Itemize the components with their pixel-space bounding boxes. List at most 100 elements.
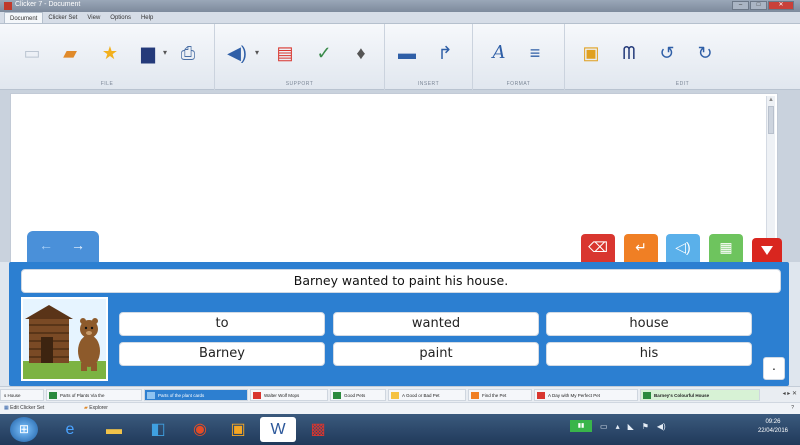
speech-dropdown-icon[interactable]: ▾ — [255, 48, 259, 57]
doc-tab-label: Good Pets — [344, 393, 366, 398]
system-tray: ▮▮ ▭ ▴ ◣ ⚑ ◀) — [570, 420, 666, 432]
help-icon[interactable]: ? — [791, 405, 794, 411]
status-bar: ▦ Edit Clicker Set ▰ Explorer ? — [0, 402, 800, 414]
speaker-icon: ◁) — [675, 239, 691, 255]
open-folder-icon[interactable]: ▰ — [58, 42, 82, 64]
notification-icon[interactable]: ▭ — [600, 422, 608, 431]
doc-tab-7[interactable]: A Day with My Perfect Pet — [534, 389, 638, 401]
insert-arrow-icon[interactable]: ↱ — [433, 42, 457, 64]
edit-clicker-set-link[interactable]: ▦ Edit Clicker Set — [4, 405, 44, 411]
enter-button[interactable]: ↵ — [624, 234, 658, 262]
doc-tab-label: s House — [4, 393, 21, 398]
clicker-set-icon — [147, 392, 155, 399]
redo-icon[interactable]: ↻ — [693, 42, 717, 64]
window-title: Clicker 7 - Document — [15, 1, 81, 8]
close-window-button[interactable]: ✕ — [768, 1, 794, 10]
word-button-to[interactable]: to — [119, 312, 325, 336]
tab-help[interactable]: Help — [136, 12, 158, 23]
full-stop-button[interactable]: . — [763, 357, 785, 380]
clicker-set-icon — [537, 392, 545, 399]
bear-house-illustration — [23, 299, 106, 379]
grid-navigation-tab: ← → — [27, 231, 99, 263]
explorer-link[interactable]: ▰ Explorer — [84, 405, 108, 411]
clicker-set-icon — [49, 392, 57, 399]
tab-options[interactable]: Options — [105, 12, 136, 23]
insert-picture-icon[interactable]: ▬ — [395, 42, 419, 64]
clock-time: 09:26 — [765, 419, 781, 425]
clicker-taskbar-icon[interactable]: ▣ — [220, 417, 256, 442]
volume-icon[interactable]: ◀) — [657, 422, 666, 431]
favourite-star-icon[interactable]: ★ — [98, 42, 122, 64]
microphone-icon[interactable]: ♦ — [349, 42, 373, 64]
doc-tab-6[interactable]: Find the Pet — [468, 389, 532, 401]
network-icon[interactable]: ◣ — [628, 422, 634, 431]
barney-house-picture[interactable] — [21, 297, 108, 381]
font-icon[interactable]: A — [487, 42, 511, 64]
word-button-paint[interactable]: paint — [333, 342, 539, 366]
back-arrow-button[interactable]: ← — [39, 237, 53, 253]
paragraph-align-icon[interactable]: ≡ — [523, 42, 547, 64]
input-language-icon[interactable]: ▮▮ — [570, 420, 592, 432]
clicker-grid-panel: Barney wanted to paint his house. to wan… — [9, 262, 789, 386]
save-icon[interactable]: ▆ — [136, 42, 160, 64]
paint-icon[interactable]: ▩ — [300, 417, 336, 442]
outlook-icon[interactable]: ◧ — [140, 417, 176, 442]
minimize-button[interactable]: – — [732, 1, 749, 10]
ribbon-group-label-format: FORMAT — [506, 81, 531, 87]
delete-button[interactable]: ⌫ — [581, 234, 615, 262]
taskbar-clock[interactable]: 09:26 22/04/2016 — [758, 418, 788, 436]
speech-icon[interactable]: ◀) — [225, 42, 249, 64]
menu-bar: Document Clicker Set View Options Help — [0, 12, 800, 24]
sentence-strip[interactable]: Barney wanted to paint his house. — [21, 269, 781, 293]
forward-arrow-button[interactable]: → — [71, 237, 85, 253]
undo-icon[interactable]: ↺ — [655, 42, 679, 64]
doc-tab-2[interactable]: Parts of the plant cards — [144, 389, 248, 401]
ribbon-group-label-insert: INSERT — [417, 81, 440, 87]
word-button-his[interactable]: his — [546, 342, 752, 366]
doc-tab-4[interactable]: Good Pets — [330, 389, 386, 401]
spell-check-icon[interactable]: ✓ — [312, 42, 336, 64]
chrome-icon[interactable]: ◉ — [182, 417, 218, 442]
tab-view[interactable]: View — [82, 12, 105, 23]
start-button[interactable]: ⊞ — [10, 417, 38, 442]
word-icon[interactable]: W — [260, 417, 296, 442]
doc-tab-5[interactable]: A Good or Bad Pet — [388, 389, 466, 401]
doc-tab-3[interactable]: Walter Wolf Mops — [250, 389, 328, 401]
show-hidden-icons[interactable]: ▴ — [616, 422, 620, 431]
word-bank-icon[interactable]: ▤ — [273, 42, 297, 64]
doc-tab-0[interactable]: s House — [0, 389, 44, 401]
doc-tab-label: Walter Wolf Mops — [264, 393, 300, 398]
folder-small-icon: ▰ — [84, 405, 88, 411]
status-left-label: Edit Clicker Set — [10, 405, 45, 411]
print-icon[interactable]: ⎙ — [176, 42, 200, 64]
doc-tab-8[interactable]: Barney's Colourful House — [640, 389, 760, 401]
find-binoculars-icon[interactable]: ᗰ — [617, 42, 641, 64]
clicker-set-icon — [333, 392, 341, 399]
speak-button[interactable]: ◁) — [666, 234, 700, 262]
hide-grid-button[interactable] — [752, 238, 782, 262]
save-dropdown-icon[interactable]: ▾ — [163, 48, 167, 57]
document-page[interactable]: ▲ — [10, 93, 778, 263]
scroll-up-icon[interactable]: ▲ — [767, 96, 775, 104]
maximize-button[interactable]: □ — [750, 1, 767, 10]
new-document-icon[interactable]: ▭ — [20, 42, 44, 64]
word-button-wanted[interactable]: wanted — [333, 312, 539, 336]
ribbon-group-insert: ▬ ↱ INSERT — [385, 24, 473, 90]
file-explorer-icon[interactable]: ▬ — [96, 417, 132, 442]
word-button-barney[interactable]: Barney — [119, 342, 325, 366]
word-button-house[interactable]: house — [546, 312, 752, 336]
flag-icon[interactable]: ⚑ — [642, 422, 649, 431]
paste-icon[interactable]: ▣ — [579, 42, 603, 64]
window-controls: – □ ✕ — [732, 1, 794, 10]
doc-tab-label: Parts of Plants Via the — [60, 393, 105, 398]
tab-clicker-set[interactable]: Clicker Set — [43, 12, 82, 23]
ribbon-group-file: ▭ ▰ ★ ▆ ▾ ⎙ FILE — [0, 24, 215, 90]
tab-document[interactable]: Document — [4, 12, 44, 23]
doc-tab-1[interactable]: Parts of Plants Via the — [46, 389, 142, 401]
collapse-down-icon — [761, 246, 773, 255]
scroll-thumb[interactable] — [768, 106, 774, 134]
tab-scroll-arrows-icon[interactable]: ◂ ▸ ✕ — [783, 390, 797, 397]
grid-view-button[interactable]: ▦ — [709, 234, 743, 262]
internet-explorer-icon[interactable]: e — [52, 417, 88, 442]
doc-tab-label: A Day with My Perfect Pet — [548, 393, 601, 398]
